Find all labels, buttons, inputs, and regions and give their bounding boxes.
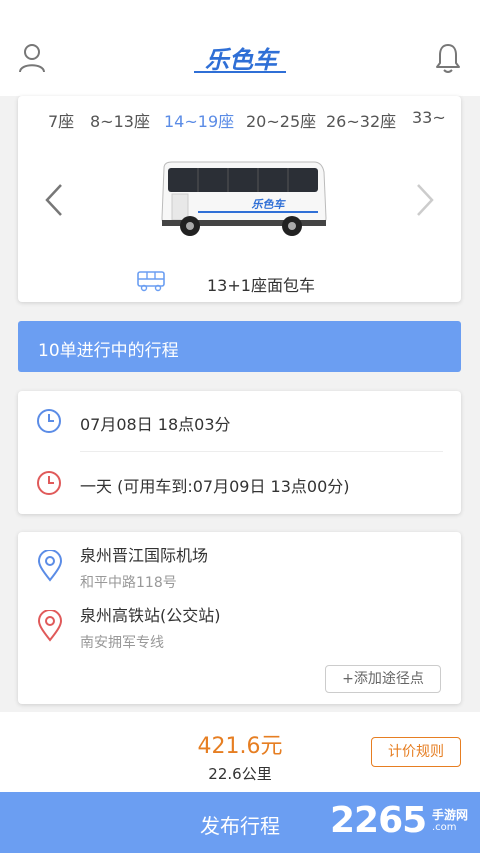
seat-tabs: 7座 8~13座 14~19座 20~25座 26~32座 33~ — [18, 108, 461, 134]
ongoing-trips-text: 10单进行中的行程 — [38, 341, 179, 361]
vehicle-type-row: 13+1座面包车 — [18, 270, 461, 296]
clock-icon — [36, 408, 62, 434]
seat-tab-26-32[interactable]: 26~32座 — [326, 108, 396, 132]
price-summary: 421.6元 22.6公里 计价规则 — [0, 712, 480, 792]
origin-row[interactable]: 泉州晋江国际机场 和平中路118号 — [18, 536, 461, 591]
app-header: 乐色车 — [0, 0, 480, 96]
pricing-rules-button[interactable]: 计价规则 — [371, 737, 461, 767]
bus-image: 乐色车 — [158, 158, 328, 238]
seat-tab-7[interactable]: 7座 — [48, 108, 74, 132]
add-waypoint-button[interactable]: +添加途径点 — [325, 665, 441, 693]
route-card: 泉州晋江国际机场 和平中路118号 泉州高铁站(公交站) 南安拥军专线 +添加途… — [18, 532, 461, 704]
bus-livery-text: 乐色车 — [252, 198, 287, 211]
user-icon[interactable] — [14, 40, 50, 76]
schedule-card: 07月08日 18点03分 一天 (可用车到:07月09日 13点00分) — [18, 391, 461, 514]
vehicle-type-label: 13+1座面包车 — [207, 276, 315, 295]
chevron-right-icon[interactable] — [411, 182, 439, 218]
bell-icon[interactable] — [430, 40, 466, 76]
seat-tab-33-plus[interactable]: 33~ — [412, 108, 446, 127]
origin-name: 泉州晋江国际机场 — [80, 546, 209, 565]
destination-address: 南安拥军专线 — [80, 635, 164, 651]
seat-tab-14-19[interactable]: 14~19座 — [164, 108, 234, 132]
watermark-name: 手游网 — [432, 808, 469, 822]
seat-tab-20-25[interactable]: 20~25座 — [246, 108, 316, 132]
destination-row[interactable]: 泉州高铁站(公交站) 南安拥军专线 — [18, 596, 461, 651]
watermark-number: 2265 — [330, 800, 427, 841]
app-logo: 乐色车 — [186, 40, 296, 80]
start-time-row[interactable]: 07月08日 18点03分 — [18, 391, 461, 451]
watermark-logo: 2265 手游网 .com — [330, 800, 480, 846]
duration-text: 一天 (可用车到:07月09日 13点00分) — [80, 477, 350, 496]
clock-icon — [36, 470, 62, 496]
divider — [80, 451, 443, 452]
bus-icon — [136, 270, 166, 296]
chevron-left-icon[interactable] — [40, 182, 68, 218]
logo-text: 乐色车 — [205, 46, 280, 74]
watermark-url: .com — [432, 822, 457, 833]
seat-tab-8-13[interactable]: 8~13座 — [90, 108, 150, 132]
start-time-text: 07月08日 18点03分 — [80, 415, 231, 434]
destination-pin-icon — [37, 609, 63, 642]
origin-pin-icon — [37, 549, 63, 582]
destination-name: 泉州高铁站(公交站) — [80, 606, 221, 625]
origin-address: 和平中路118号 — [80, 575, 177, 591]
duration-row[interactable]: 一天 (可用车到:07月09日 13点00分) — [18, 453, 461, 513]
ongoing-trips-banner[interactable]: 10单进行中的行程 — [18, 321, 461, 372]
seat-selector-card: 7座 8~13座 14~19座 20~25座 26~32座 33~ 乐色车 13… — [18, 96, 461, 302]
